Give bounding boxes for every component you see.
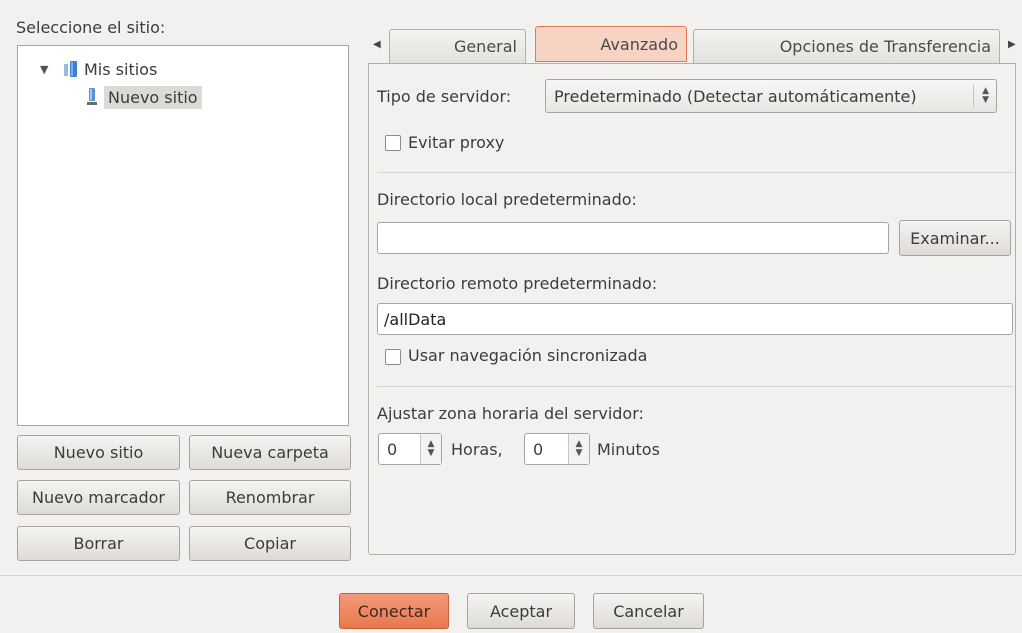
site-tree[interactable]: ▼ Mis sitios Nuevo sitio (17, 45, 349, 426)
hours-spinner[interactable]: 0 ▲ ▼ (378, 433, 442, 465)
spin-arrows-icon[interactable]: ▲ ▼ (568, 434, 589, 464)
tab-general[interactable]: General (389, 29, 526, 63)
tree-node-my-sites[interactable]: ▼ Mis sitios (40, 56, 157, 82)
select-site-label: Seleccione el sitio: (16, 18, 166, 37)
bypass-proxy-checkbox[interactable] (385, 135, 401, 151)
timezone-label: Ajustar zona horaria del servidor: (377, 404, 644, 423)
expand-arrow-icon[interactable]: ▼ (40, 63, 52, 76)
minutes-value: 0 (533, 439, 544, 459)
hours-value: 0 (387, 439, 398, 459)
tab-scroll-right-icon[interactable]: ▶ (1008, 39, 1016, 50)
remote-dir-input[interactable] (377, 303, 1013, 335)
server-type-select[interactable]: Predeterminado (Detectar automáticamente… (545, 79, 997, 113)
hours-label: Horas, (451, 440, 503, 459)
new-site-button[interactable]: Nuevo sitio (17, 435, 180, 470)
section-divider (377, 172, 1013, 173)
combo-separator (973, 85, 974, 107)
copy-button[interactable]: Copiar (189, 526, 351, 561)
ok-button[interactable]: Aceptar (467, 593, 575, 629)
local-dir-label: Directorio local predeterminado: (377, 190, 637, 209)
tree-node-label: Mis sitios (84, 59, 158, 79)
server-type-value: Predeterminado (Detectar automáticamente… (554, 86, 917, 106)
rename-button[interactable]: Renombrar (189, 480, 351, 515)
local-dir-input[interactable] (377, 222, 889, 254)
remote-dir-label: Directorio remoto predeterminado: (377, 274, 658, 293)
section-divider (377, 386, 1013, 387)
delete-button[interactable]: Borrar (17, 526, 180, 561)
up-down-arrows-icon: ▲ ▼ (982, 86, 989, 105)
server-type-label: Tipo de servidor: (377, 87, 512, 106)
browse-button[interactable]: Examinar... (899, 220, 1011, 256)
footer-divider (0, 575, 1022, 576)
minutes-spinner[interactable]: 0 ▲ ▼ (524, 433, 590, 465)
tree-node-new-site[interactable]: Nuevo sitio (86, 84, 202, 110)
tab-transfer-options[interactable]: Opciones de Transferencia (693, 29, 1000, 63)
server-icon (86, 87, 98, 107)
connect-button[interactable]: Conectar (339, 593, 449, 629)
tab-label: Opciones de Transferencia (779, 37, 991, 56)
sync-browsing-checkbox[interactable] (385, 349, 401, 365)
minutes-label: Minutos (597, 440, 660, 459)
folder-icon (64, 60, 78, 78)
tab-advanced[interactable]: Avanzado (535, 26, 687, 62)
tab-label: General (453, 37, 517, 56)
new-folder-button[interactable]: Nueva carpeta (189, 435, 351, 470)
cancel-button[interactable]: Cancelar (593, 593, 704, 629)
sync-browsing-label[interactable]: Usar navegación sincronizada (408, 346, 647, 365)
tab-scroll-left-icon[interactable]: ◀ (373, 39, 381, 50)
new-bookmark-button[interactable]: Nuevo marcador (17, 480, 180, 515)
bypass-proxy-label[interactable]: Evitar proxy (408, 133, 504, 152)
tab-label: Avanzado (600, 34, 678, 54)
spin-arrows-icon[interactable]: ▲ ▼ (420, 434, 441, 464)
tree-node-label: Nuevo sitio (104, 85, 202, 109)
